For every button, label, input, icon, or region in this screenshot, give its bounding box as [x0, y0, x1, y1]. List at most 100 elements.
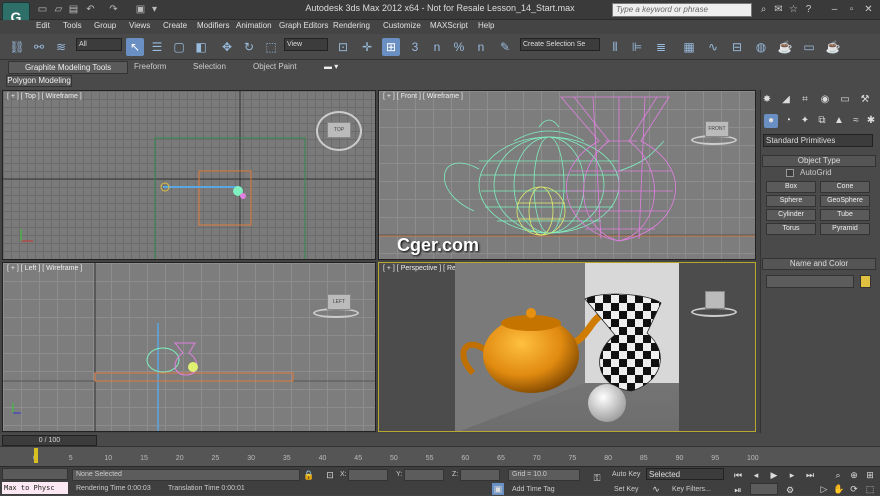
menu-modifiers[interactable]: Modifiers	[197, 21, 229, 30]
material-editor-icon[interactable]: ◍	[752, 38, 770, 56]
helpers-icon[interactable]: ▲	[832, 114, 846, 128]
favorites-icon[interactable]: ☆	[787, 3, 800, 16]
minimize-icon[interactable]: –	[828, 3, 841, 16]
next-frame-icon[interactable]: ▸	[786, 469, 798, 481]
object-type-rollout-header[interactable]: Object Type	[762, 155, 876, 167]
menu-rendering[interactable]: Rendering	[333, 21, 370, 30]
torus-button[interactable]: Torus	[766, 223, 816, 235]
bind-space-warp-icon[interactable]: ≋	[52, 38, 70, 56]
pivot-center-icon[interactable]: ⊡	[334, 38, 352, 56]
communication-center-icon[interactable]: ✉	[772, 3, 785, 16]
field-of-view-icon[interactable]: ▷	[818, 483, 830, 495]
key-mode-dropdown[interactable]: Selected	[646, 468, 724, 480]
render-setup-icon[interactable]: ☕	[776, 38, 794, 56]
tube-button[interactable]: Tube	[820, 209, 870, 221]
geosphere-button[interactable]: GeoSphere	[820, 195, 870, 207]
time-slider-track[interactable]	[0, 433, 880, 447]
primitive-category-dropdown[interactable]: Standard Primitives	[763, 134, 873, 147]
modify-tab-icon[interactable]: ◢	[779, 93, 793, 107]
key-mode-toggle-icon[interactable]: ⏯	[732, 484, 744, 496]
zoom-extents-icon[interactable]: ⊞	[864, 469, 876, 481]
motion-tab-icon[interactable]: ◉	[818, 93, 832, 107]
align-icon[interactable]: ⊫	[628, 38, 646, 56]
geometry-icon[interactable]: ●	[764, 114, 778, 128]
lock-selection-icon[interactable]: 🔒	[303, 469, 315, 481]
viewcube-top[interactable]: TOP	[327, 122, 351, 138]
search-input[interactable]: Type a keyword or phrase	[612, 3, 752, 17]
tab-graphite-modeling-tools[interactable]: Graphite Modeling Tools	[8, 61, 128, 74]
snaps-toggle-icon[interactable]: 3	[406, 38, 424, 56]
time-slider[interactable]: 0 / 100	[2, 435, 97, 446]
ribbon-options-icon[interactable]: ▬ ▾	[324, 62, 338, 74]
z-coordinate-field[interactable]	[460, 469, 500, 481]
shapes-icon[interactable]: ◔	[781, 114, 795, 128]
tab-selection[interactable]: Selection	[193, 62, 226, 74]
viewport-top[interactable]: [ + ] [ Top ] [ Wireframe ] TOP	[2, 90, 376, 260]
reference-coordinate-dropdown[interactable]: View	[284, 38, 328, 51]
set-key-button[interactable]: Set Key	[614, 486, 639, 493]
key-filters-button[interactable]: Key Filters...	[672, 486, 711, 493]
menu-tools[interactable]: Tools	[63, 21, 82, 30]
mirror-icon[interactable]: ⫴	[606, 38, 624, 56]
close-icon[interactable]: ✕	[862, 3, 875, 16]
box-button[interactable]: Box	[766, 181, 816, 193]
menu-maxscript[interactable]: MAXScript	[430, 21, 468, 30]
maximize-viewport-icon[interactable]: ⬚	[864, 483, 876, 495]
new-file-icon[interactable]: ▭	[36, 3, 49, 16]
selection-filter-dropdown[interactable]: All	[76, 38, 122, 51]
menu-graph-editors[interactable]: Graph Editors	[279, 21, 328, 30]
play-icon[interactable]: ▶	[768, 469, 780, 481]
viewport-left[interactable]: [ + ] [ Left ] [ Wireframe ] LEFT	[2, 262, 376, 432]
percent-snap-icon[interactable]: %	[450, 38, 468, 56]
quick-access-dropdown-icon[interactable]: ▾	[148, 3, 161, 16]
named-selection-dropdown[interactable]: Create Selection Se	[520, 38, 600, 51]
tab-freeform[interactable]: Freeform	[134, 62, 166, 74]
save-file-icon[interactable]: ▤	[67, 3, 80, 16]
window-crossing-icon[interactable]: ◧	[192, 38, 210, 56]
help-icon[interactable]: ?	[802, 3, 815, 16]
key-icon[interactable]: ⚿	[588, 472, 606, 484]
display-tab-icon[interactable]: ▭	[838, 93, 852, 107]
curve-editor-icon[interactable]: ∿	[704, 38, 722, 56]
menu-views[interactable]: Views	[129, 21, 150, 30]
maximize-icon[interactable]: ▫	[845, 3, 858, 16]
cone-button[interactable]: Cone	[820, 181, 870, 193]
current-frame-marker[interactable]	[34, 448, 38, 463]
name-color-rollout-header[interactable]: Name and Color	[762, 258, 876, 270]
create-tab-icon[interactable]: ✸	[760, 93, 774, 107]
scale-icon[interactable]: ⬚	[262, 38, 280, 56]
keyboard-shortcut-override-icon[interactable]: ⊞	[382, 38, 400, 56]
zoom-all-icon[interactable]: ⊕	[848, 469, 860, 481]
absolute-mode-icon[interactable]: ⊡	[324, 469, 336, 481]
tab-object-paint[interactable]: Object Paint	[253, 62, 297, 74]
project-folder-icon[interactable]: ▣	[134, 3, 147, 16]
link-icon[interactable]: ⛓	[8, 38, 26, 56]
render-production-icon[interactable]: ☕	[824, 38, 842, 56]
menu-group[interactable]: Group	[94, 21, 116, 30]
menu-edit[interactable]: Edit	[36, 21, 50, 30]
rendered-frame-icon[interactable]: ▭	[800, 38, 818, 56]
systems-icon[interactable]: ✱	[864, 114, 878, 128]
rectangular-selection-icon[interactable]: ▢	[170, 38, 188, 56]
zoom-icon[interactable]: ⌕	[832, 469, 844, 481]
menu-customize[interactable]: Customize	[383, 21, 421, 30]
undo-icon[interactable]: ↶	[84, 3, 97, 16]
menu-animation[interactable]: Animation	[236, 21, 272, 30]
open-file-icon[interactable]: ▱	[52, 3, 65, 16]
edit-named-selection-icon[interactable]: ✎	[496, 38, 514, 56]
sphere-button[interactable]: Sphere	[766, 195, 816, 207]
select-and-manipulate-icon[interactable]: ✛	[358, 38, 376, 56]
hierarchy-tab-icon[interactable]: ⌗	[798, 93, 812, 107]
orbit-icon[interactable]: ⟳	[848, 483, 860, 495]
rotate-icon[interactable]: ↻	[240, 38, 258, 56]
viewcube-front[interactable]: FRONT	[705, 121, 729, 137]
angle-snap-icon[interactable]: n	[428, 38, 446, 56]
auto-key-button[interactable]: Auto Key	[612, 471, 640, 478]
maxscript-listener-top[interactable]	[2, 468, 68, 480]
menu-help[interactable]: Help	[478, 21, 494, 30]
current-frame-field[interactable]	[750, 483, 778, 495]
y-coordinate-field[interactable]	[404, 469, 444, 481]
pyramid-button[interactable]: Pyramid	[820, 223, 870, 235]
object-color-swatch[interactable]	[860, 275, 871, 288]
select-by-name-icon[interactable]: ☰	[148, 38, 166, 56]
